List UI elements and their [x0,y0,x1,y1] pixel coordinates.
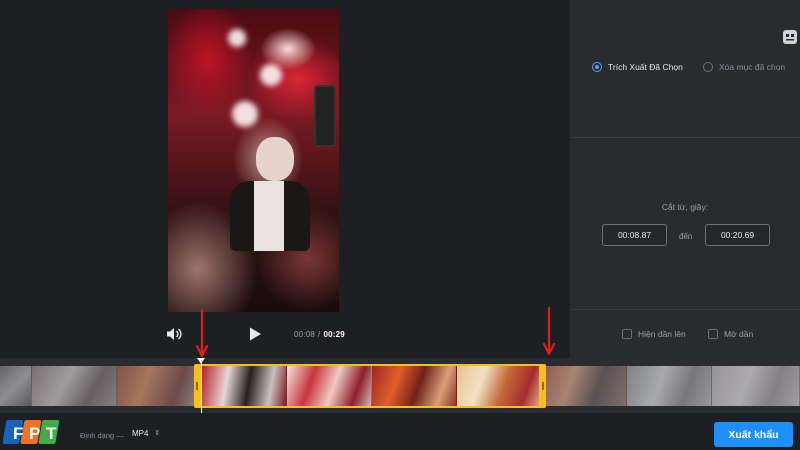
cut-to-label: đến [679,232,693,241]
mode-extract-label: Trích Xuất Đã Chọn [608,62,683,72]
cut-end-input[interactable]: 00:20.69 [705,224,770,246]
unselected-region-right [546,366,800,406]
preview-pane: 00:08/00:29 [0,0,570,358]
playhead[interactable] [201,358,202,413]
total-time: 00:29 [323,330,345,339]
radio-selected-icon [592,62,602,72]
mode-delete-label: Xóa mục đã chọn [719,62,786,72]
checkbox-icon [622,329,632,339]
time-readout: 00:08/00:29 [294,330,345,339]
cut-range-label: Cắt từ, giây: [661,202,709,212]
export-button[interactable]: Xuất khẩu [714,422,793,447]
panel-toggle-icon[interactable] [783,30,797,44]
video-preview[interactable] [168,9,339,312]
mode-extract-option[interactable]: Trích Xuất Đã Chọn [592,62,683,72]
logo-letter: F [13,424,23,443]
logo-letter: T [46,424,57,443]
current-time: 00:08 [294,330,316,339]
fade-in-checkbox[interactable]: Hiện dần lên [622,329,686,339]
chevron-updown-icon: ⇕ [154,430,161,437]
fpt-logo: F P T [2,417,63,447]
unselected-region-left [0,366,194,406]
divider [570,137,800,138]
fade-out-checkbox[interactable]: Mờ dần [708,329,753,339]
fade-out-label: Mờ dần [724,329,754,339]
timeline[interactable] [0,358,800,413]
checkbox-icon [708,329,718,339]
phone-in-frame [314,85,336,147]
format-select[interactable]: MP4 ⇕ [132,429,160,438]
time-separator: / [318,330,321,339]
format-value: MP4 [132,429,149,438]
format-label: Định dạng — [80,431,124,440]
mode-delete-option[interactable]: Xóa mục đã chọn [703,62,785,72]
settings-pane [570,0,800,358]
logo-letter: P [29,424,40,443]
end-handle[interactable] [542,382,544,390]
fade-in-label: Hiện dần lên [638,329,686,339]
playhead-marker-icon[interactable] [197,358,205,364]
cut-start-input[interactable]: 00:08.87 [602,224,667,246]
volume-icon[interactable] [165,326,183,342]
radio-unselected-icon [703,62,713,72]
divider [570,309,800,310]
play-button[interactable] [246,325,264,343]
start-handle[interactable] [196,382,198,390]
selection-range[interactable] [194,364,546,408]
